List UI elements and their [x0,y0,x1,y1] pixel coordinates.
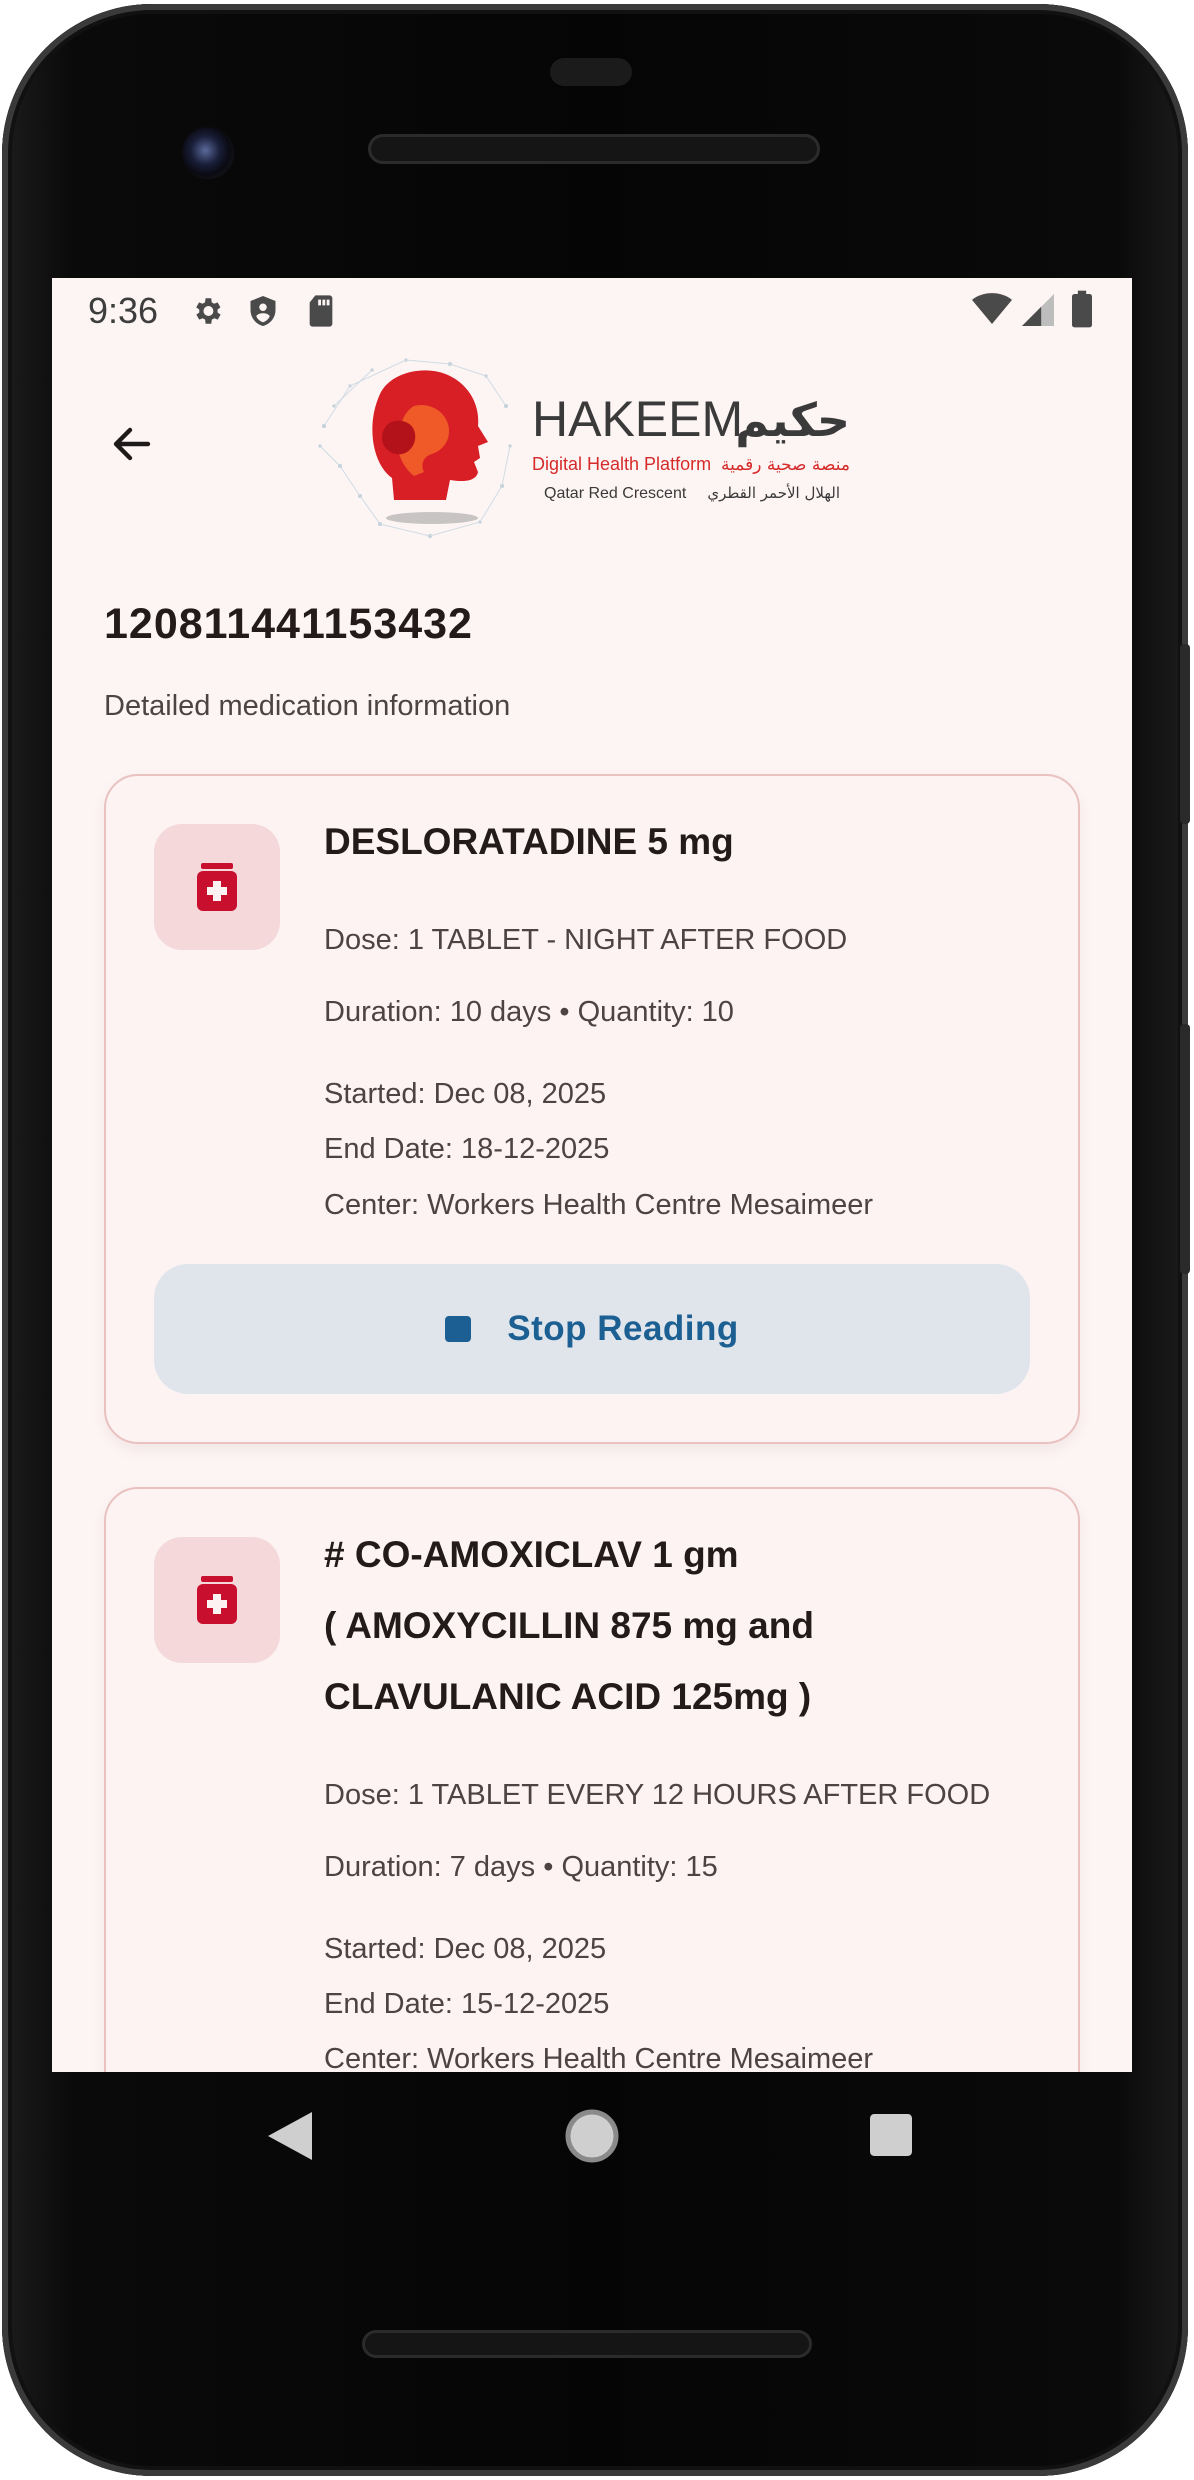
medicine-bottle-icon [154,1537,280,1663]
medicine-bottle-icon [154,824,280,950]
svg-text:الهلال الأحمر القطري: الهلال الأحمر القطري [707,483,840,503]
arrow-left-icon [108,420,156,473]
medication-name-line-2: ( AMOXYCILLIN 875 mg and [324,1605,814,1646]
medication-center: Center: Workers Health Centre Mesaimeer [324,1189,874,1221]
page-subtitle: Detailed medication information [104,690,511,722]
svg-text:Qatar Red Crescent: Qatar Red Crescent [544,485,687,502]
medication-end-date: End Date: 15-12-2025 [324,1988,610,2020]
sd-card-icon [306,294,336,333]
medication-name: DESLORATADINE 5 mg [324,821,734,862]
medication-name-line-1: # CO-AMOXICLAV 1 gm [324,1534,739,1575]
svg-text:Digital Health Platform: Digital Health Platform [532,454,711,474]
android-nav-bar [0,2072,1194,2202]
bottom-speaker [362,2330,812,2358]
svg-text:منصة صحية رقمية: منصة صحية رقمية [721,455,850,475]
earpiece-speaker [368,134,820,164]
back-button[interactable] [96,410,168,482]
stop-reading-label: Stop Reading [507,1309,739,1348]
svg-text:حكيم: حكيم [735,393,850,447]
logo-graphic: HAKEEM حكيم Digital Health Platform منصة… [318,358,850,538]
medication-dose: Dose: 1 TABLET - NIGHT AFTER FOOD [324,924,848,956]
app-screen: 9:36 HAKEEM حكيم Digital Health Platform… [52,278,1132,2072]
stop-icon [445,1316,472,1342]
status-time: 9:36 [88,290,159,331]
medication-card: # CO-AMOXICLAV 1 gm ( AMOXYCILLIN 875 mg… [104,1487,1080,2072]
gear-icon [190,294,224,333]
nav-recents-icon[interactable] [870,2114,912,2161]
volume-button [1180,644,1190,824]
medication-name-line-3: CLAVULANIC ACID 125mg ) [324,1676,812,1717]
power-button [1180,1024,1190,1274]
status-bar: 9:36 [52,278,1132,342]
nav-back-icon[interactable] [268,2112,312,2165]
medication-duration: Duration: 7 days • Quantity: 15 [324,1851,718,1883]
battery-icon [1072,290,1092,333]
medication-started: Started: Dec 08, 2025 [324,1078,607,1110]
hakeem-logo: HAKEEM حكيم Digital Health Platform منصة… [310,346,870,546]
medication-center: Center: Workers Health Centre Mesaimeer [324,2043,874,2072]
svg-text:HAKEEM: HAKEEM [532,391,743,447]
stop-reading-button[interactable]: Stop Reading [154,1264,1030,1394]
wifi-icon [972,292,1012,331]
cell-signal-icon [1022,294,1054,331]
medication-dose: Dose: 1 TABLET EVERY 12 HOURS AFTER FOOD [324,1779,991,1811]
shield-icon [248,294,278,333]
proximity-sensor [550,58,632,86]
front-camera [182,127,234,179]
medication-started: Started: Dec 08, 2025 [324,1933,607,1965]
medication-end-date: End Date: 18-12-2025 [324,1133,610,1165]
medication-card: DESLORATADINE 5 mg Dose: 1 TABLET - NIGH… [104,774,1080,1444]
page-title: 120811441153432 [104,600,473,648]
nav-home-icon[interactable] [564,2108,620,2169]
medication-duration: Duration: 10 days • Quantity: 10 [324,996,734,1028]
